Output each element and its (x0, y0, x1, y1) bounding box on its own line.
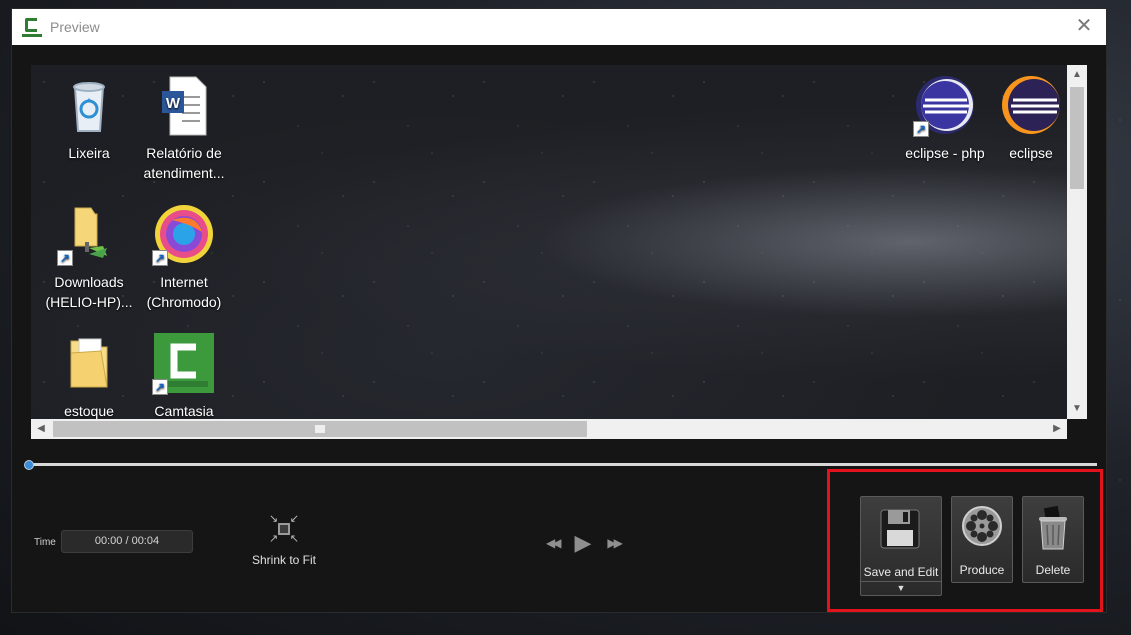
eclipse-icon (999, 73, 1063, 137)
camtasia-icon: ↗ (152, 331, 216, 395)
eclipse-php-icon: ↗ (913, 73, 977, 137)
close-icon[interactable]: ✕ (1074, 16, 1094, 37)
word-document-icon: W (152, 73, 216, 137)
desktop-icon-downloads: ↗ Downloads (HELIO-HP)... (41, 202, 137, 312)
scroll-left-icon[interactable]: ◀ (31, 419, 51, 439)
scroll-down-icon[interactable]: ▼ (1067, 399, 1087, 419)
next-icon[interactable]: ▶▶ (607, 536, 623, 550)
recycle-bin-icon (57, 73, 121, 137)
desktop-icon-internet: ↗ Internet (Chromodo) (136, 202, 232, 312)
previous-icon[interactable]: ◀◀ (546, 536, 562, 550)
horizontal-scrollbar[interactable]: ◀ ▶ (31, 419, 1067, 439)
shrink-to-fit-label: Shrink to Fit (251, 553, 317, 567)
folder-icon (57, 331, 121, 395)
desktop-icon-camtasia: ↗ Camtasia Studio 8 (136, 331, 232, 419)
video-preview: Lixeira W Relatório de atendiment... ↗ D… (31, 65, 1067, 419)
network-folder-icon: ↗ (57, 202, 121, 266)
scroll-right-icon[interactable]: ▶ (1047, 419, 1067, 439)
chromodo-browser-icon: ↗ (152, 202, 216, 266)
title-bar: Preview ✕ (12, 9, 1106, 45)
vertical-scroll-thumb[interactable] (1070, 87, 1084, 189)
annotation-highlight-box (827, 469, 1103, 612)
playhead-handle[interactable] (24, 460, 34, 470)
play-icon[interactable]: ▶ (574, 530, 591, 556)
svg-text:W: W (166, 95, 181, 112)
desktop-icon-eclipse: eclipse (983, 73, 1067, 163)
horizontal-scroll-thumb[interactable] (53, 421, 587, 437)
desktop-icon-lixeira: Lixeira (41, 73, 137, 163)
time-display: 00:00 / 00:04 (61, 530, 193, 553)
desktop-icon-relatorio: W Relatório de atendiment... (136, 73, 232, 183)
transport-controls: ◀◀ ▶ ▶▶ (546, 530, 623, 556)
scroll-up-icon[interactable]: ▲ (1067, 65, 1087, 85)
window-title: Preview (50, 19, 100, 35)
shrink-to-fit-icon: ↘ ↙ ↗ ↖ (269, 513, 299, 545)
camtasia-app-icon (22, 17, 42, 37)
timeline-track[interactable] (28, 463, 1097, 466)
desktop-icon-estoque: estoque (41, 331, 137, 419)
time-label: Time (34, 537, 56, 548)
vertical-scrollbar[interactable]: ▲ ▼ (1067, 65, 1087, 419)
shrink-to-fit-button[interactable]: ↘ ↙ ↗ ↖ Shrink to Fit (242, 513, 326, 568)
